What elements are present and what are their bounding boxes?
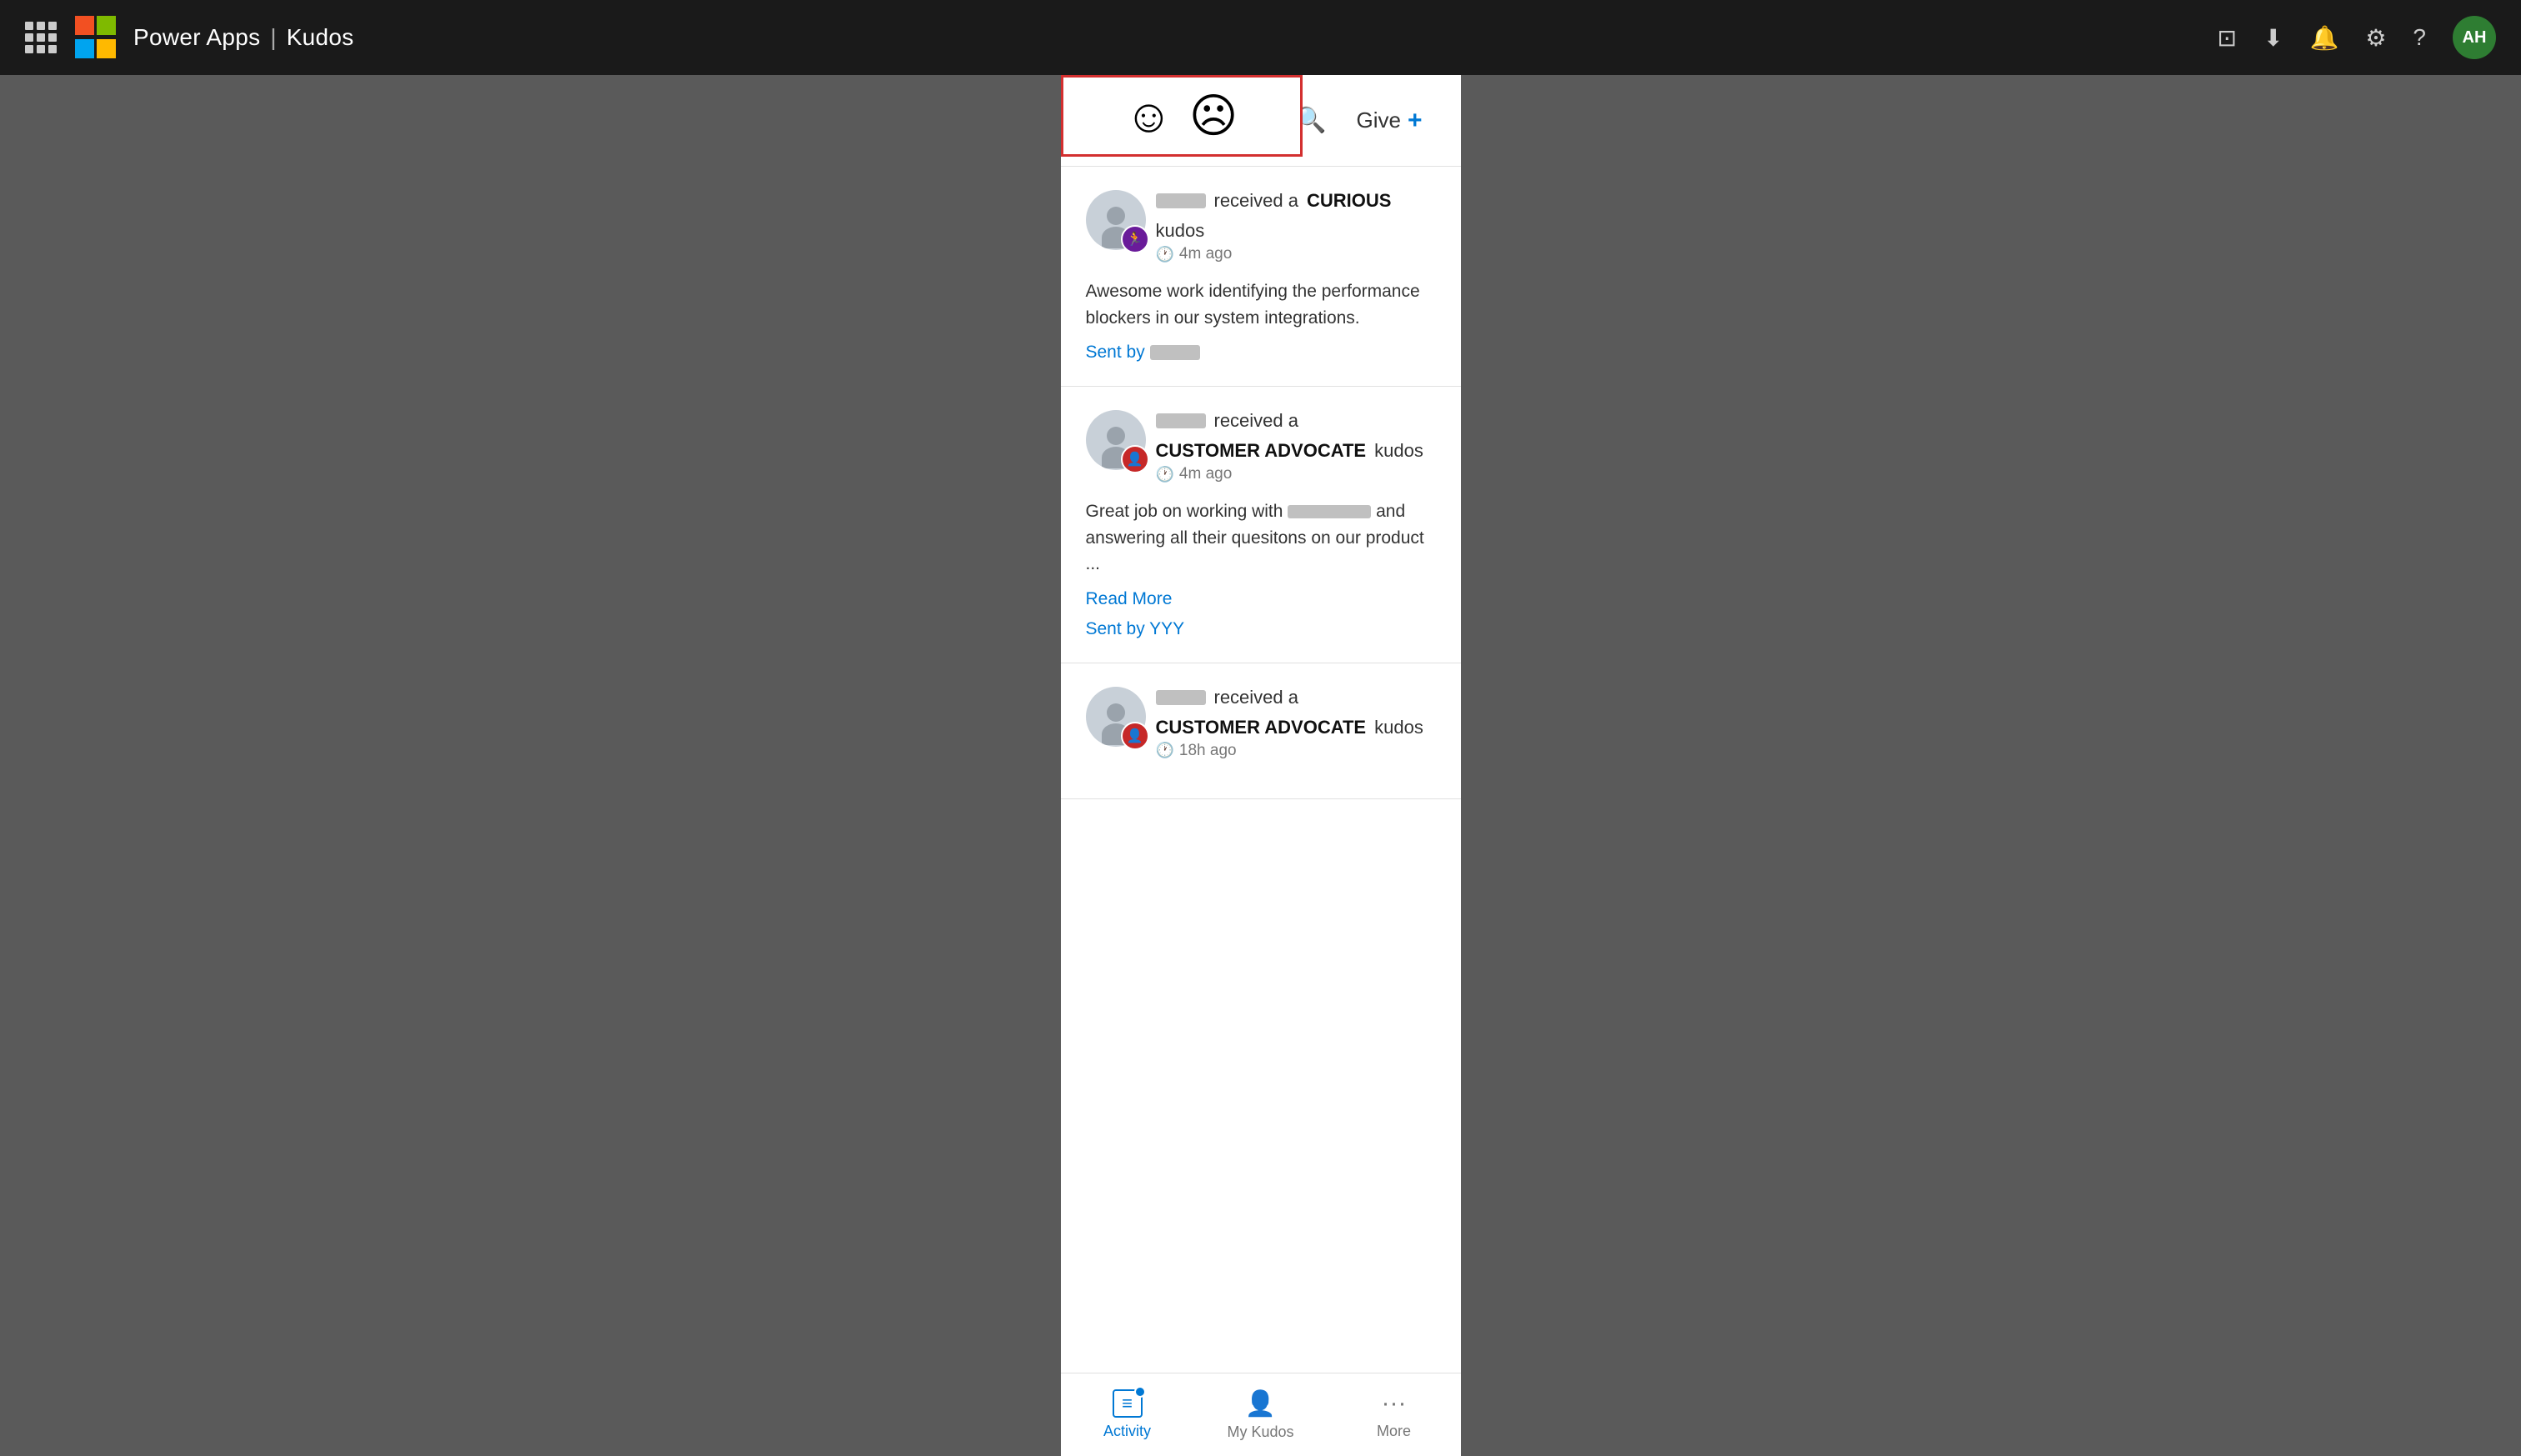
- recipient-name-blur: [1156, 413, 1206, 428]
- name-blur-inline: [1288, 505, 1371, 518]
- download-icon[interactable]: ⬇: [2263, 24, 2283, 52]
- sent-by[interactable]: Sent by: [1086, 343, 1436, 363]
- time-label: 4m ago: [1179, 245, 1232, 263]
- time-row: 🕐 4m ago: [1156, 465, 1436, 483]
- app-name: Power Apps: [133, 24, 260, 51]
- clock-icon: 🕐: [1156, 742, 1174, 759]
- nav-right-actions: ⊡ ⬇ 🔔 ⚙ ? AH: [2218, 16, 2497, 59]
- clock-icon: 🕐: [1156, 466, 1174, 483]
- feed-item-header: 👤 received a CUSTOMER ADVOCATE kudos 🕐: [1086, 687, 1436, 760]
- time-row: 🕐 18h ago: [1156, 742, 1436, 760]
- kudos-badge-red: 👤: [1121, 445, 1149, 473]
- kudos-suffix: kudos: [1156, 220, 1205, 242]
- give-label: Give: [1357, 108, 1401, 133]
- happy-emoji[interactable]: ☺: [1125, 93, 1173, 139]
- name-row: received a CUSTOMER ADVOCATE kudos: [1156, 687, 1436, 738]
- feed-item-text: received a CURIOUS kudos 🕐 4m ago: [1156, 190, 1436, 263]
- kudos-type: CUSTOMER ADVOCATE: [1156, 440, 1367, 462]
- kudos-type: CURIOUS: [1307, 190, 1391, 212]
- feedback-icon[interactable]: ⊡: [2218, 24, 2237, 52]
- tab-activity[interactable]: Activity: [1061, 1373, 1194, 1456]
- time-label: 4m ago: [1179, 465, 1232, 483]
- kudos-badge-purple: 🏃: [1121, 225, 1149, 253]
- more-icon: ···: [1382, 1389, 1407, 1418]
- feed-item: 🏃 received a CURIOUS kudos 🕐 4m ago: [1061, 167, 1461, 387]
- tab-my-kudos[interactable]: 👤 My Kudos: [1194, 1373, 1328, 1456]
- tab-bar: Activity 👤 My Kudos ··· More: [1061, 1373, 1461, 1456]
- avatar-stack: 🏃: [1086, 190, 1146, 250]
- give-plus-icon: +: [1408, 107, 1423, 135]
- name-row: received a CURIOUS kudos: [1156, 190, 1436, 242]
- activity-tab-icon: [1113, 1389, 1143, 1418]
- time-row: 🕐 4m ago: [1156, 245, 1436, 263]
- received-text: received a: [1214, 190, 1299, 212]
- name-row: received a CUSTOMER ADVOCATE kudos: [1156, 410, 1436, 462]
- sent-by[interactable]: Sent by YYY: [1086, 619, 1436, 639]
- microsoft-logo: [75, 16, 118, 59]
- recipient-name-blur: [1156, 690, 1206, 705]
- app-panel: Kudos 🔍 Give + ☺ ☹: [1061, 75, 1461, 1456]
- feed-message: Great job on working with and answering …: [1086, 498, 1436, 578]
- received-text: received a: [1214, 410, 1299, 432]
- sender-name-blur: [1150, 345, 1200, 360]
- kudos-suffix: kudos: [1374, 440, 1423, 462]
- nav-separator: |: [270, 24, 276, 51]
- give-button[interactable]: Give +: [1343, 100, 1436, 142]
- activity-badge-dot: [1134, 1386, 1146, 1398]
- kudos-feed: 🏃 received a CURIOUS kudos 🕐 4m ago: [1061, 167, 1461, 1373]
- avatar-stack: 👤: [1086, 687, 1146, 747]
- app-area: Kudos 🔍 Give + ☺ ☹: [0, 75, 2521, 1456]
- emoji-selection-box[interactable]: ☺ ☹: [1061, 75, 1303, 157]
- grid-menu-icon[interactable]: [25, 22, 57, 53]
- kudos-type: CUSTOMER ADVOCATE: [1156, 717, 1367, 738]
- tab-my-kudos-label: My Kudos: [1227, 1423, 1293, 1441]
- time-label: 18h ago: [1179, 742, 1237, 760]
- my-kudos-icon: 👤: [1245, 1389, 1276, 1418]
- feed-item-header: 👤 received a CUSTOMER ADVOCATE kudos 🕐: [1086, 410, 1436, 483]
- sad-emoji[interactable]: ☹: [1189, 93, 1238, 139]
- feed-item-header: 🏃 received a CURIOUS kudos 🕐 4m ago: [1086, 190, 1436, 263]
- help-icon[interactable]: ?: [2413, 24, 2426, 51]
- settings-icon[interactable]: ⚙: [2365, 24, 2386, 52]
- top-navigation: Power Apps | Kudos ⊡ ⬇ 🔔 ⚙ ? AH: [0, 0, 2521, 75]
- feed-item: 👤 received a CUSTOMER ADVOCATE kudos 🕐: [1061, 663, 1461, 799]
- feed-item: 👤 received a CUSTOMER ADVOCATE kudos 🕐: [1061, 387, 1461, 663]
- tab-activity-label: Activity: [1103, 1423, 1151, 1440]
- tab-more-label: More: [1377, 1423, 1411, 1440]
- feed-message: Awesome work identifying the performance…: [1086, 278, 1436, 331]
- tab-more[interactable]: ··· More: [1328, 1373, 1461, 1456]
- avatar-stack: 👤: [1086, 410, 1146, 470]
- bell-icon[interactable]: 🔔: [2309, 24, 2338, 52]
- kudos-suffix: kudos: [1374, 717, 1423, 738]
- recipient-name-blur: [1156, 193, 1206, 208]
- received-text: received a: [1214, 687, 1299, 708]
- clock-icon: 🕐: [1156, 246, 1174, 263]
- kudos-badge-red: 👤: [1121, 722, 1149, 750]
- feed-item-text: received a CUSTOMER ADVOCATE kudos 🕐 18h…: [1156, 687, 1436, 760]
- feed-item-text: received a CUSTOMER ADVOCATE kudos 🕐 4m …: [1156, 410, 1436, 483]
- user-avatar[interactable]: AH: [2453, 16, 2496, 59]
- read-more-link[interactable]: Read More: [1086, 589, 1436, 609]
- app-sub-name: Kudos: [287, 24, 354, 51]
